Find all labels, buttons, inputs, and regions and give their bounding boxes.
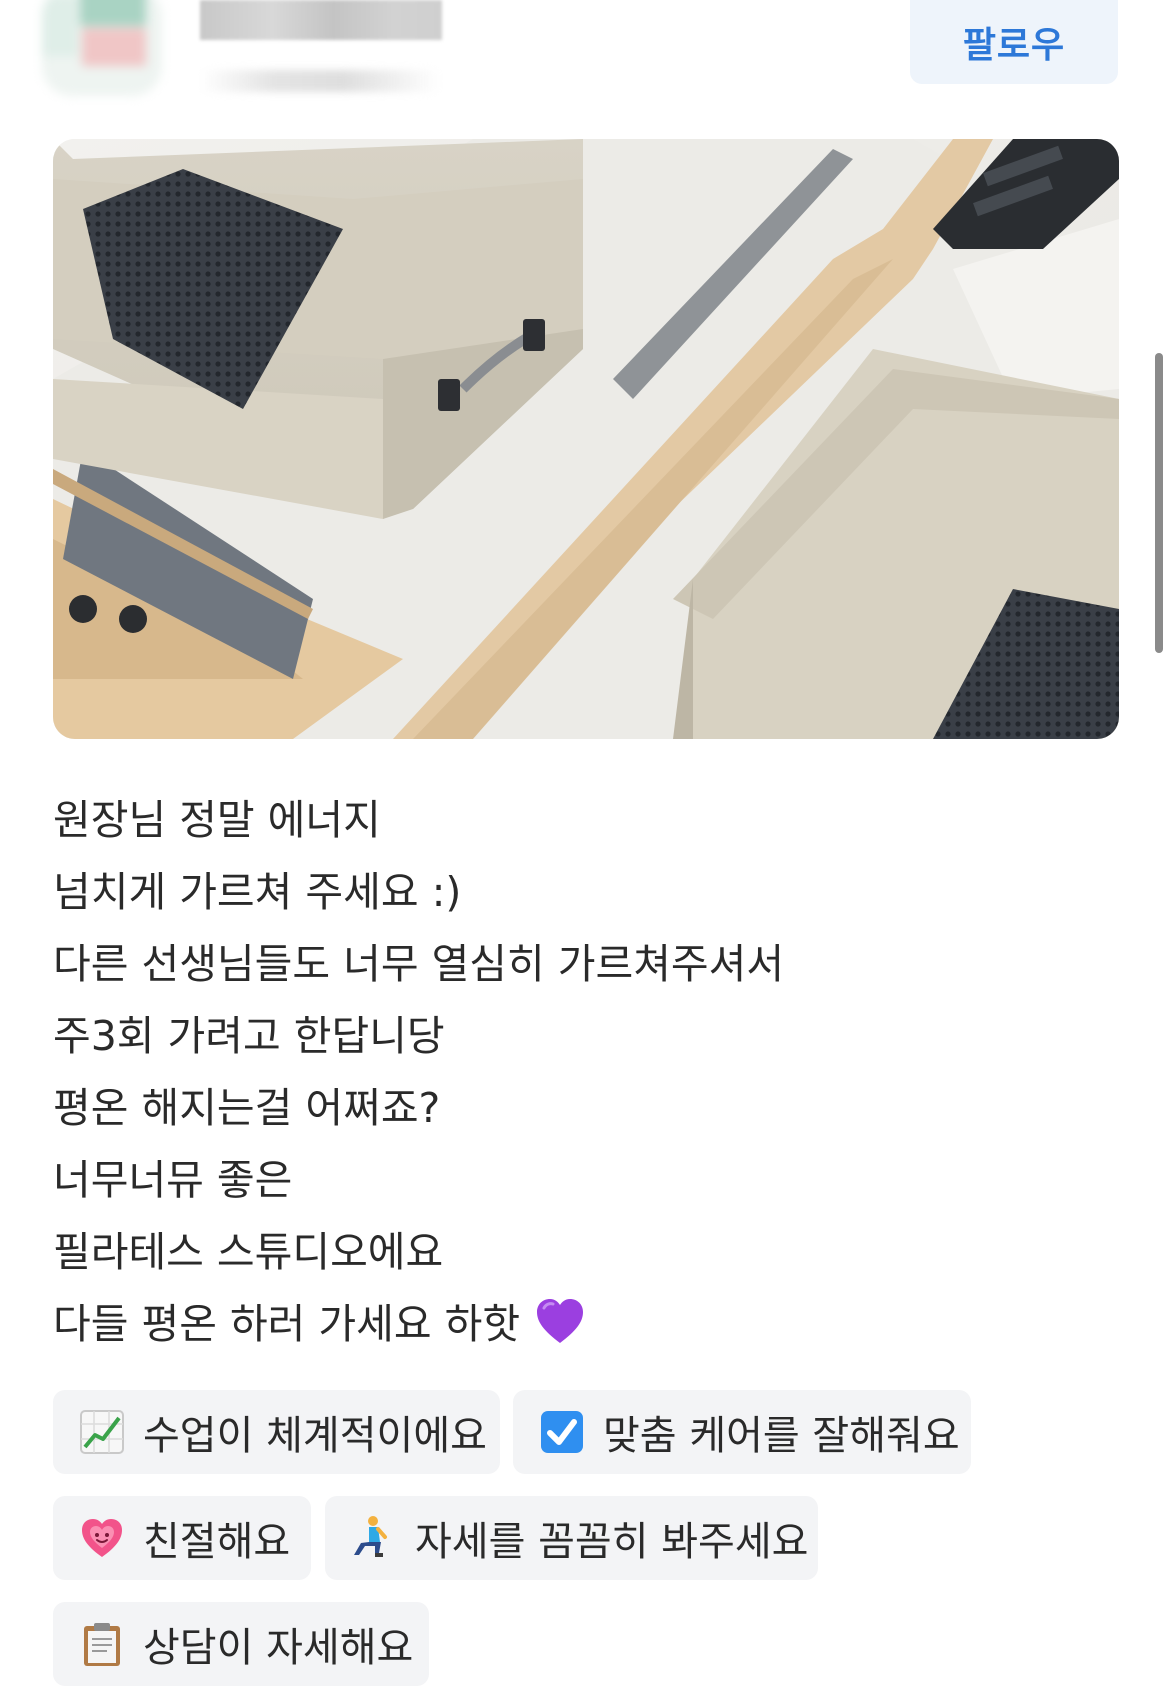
kneeling-person-icon — [354, 1516, 387, 1557]
review-line: 필라테스 스튜디오에요 — [53, 1228, 444, 1276]
purple-heart-icon — [537, 1299, 584, 1343]
chip-label: 맞춤 케어를 잘해줘요 — [603, 1413, 960, 1459]
review-line: 다른 선생님들도 너무 열심히 가르쳐주셔서 — [53, 940, 785, 988]
check-box-icon — [541, 1411, 583, 1453]
review-line: 넘치게 가르쳐 주세요 :) — [53, 868, 462, 916]
chip-label: 수업이 체계적이에요 — [143, 1413, 487, 1459]
review-header: 팔로우 — [0, 0, 1169, 120]
review-line: 원장님 정말 에너지 — [53, 796, 381, 844]
blurred-username[interactable] — [200, 0, 442, 40]
chip-posture-check[interactable]: 자세를 꼼꼼히 봐주세요 — [325, 1496, 818, 1580]
chart-increasing-icon — [80, 1410, 124, 1454]
review-line-last: 다들 평온 하러 가세요 하핫 — [53, 1294, 1113, 1366]
review-text: 원장님 정말 에너지 넘치게 가르쳐 주세요 :) 다른 선생님들도 너무 열심… — [53, 790, 1113, 1366]
review-line: 주3회 가려고 한답니당 — [53, 1012, 445, 1060]
review-line: 너무너뮤 좋은 — [53, 1156, 293, 1204]
scrollbar-thumb[interactable] — [1155, 353, 1163, 653]
follow-button[interactable]: 팔로우 — [910, 0, 1118, 84]
blurred-review-meta — [200, 70, 440, 92]
chip-kind[interactable]: 친절해요 — [53, 1496, 311, 1580]
chip-label: 상담이 자세해요 — [143, 1625, 414, 1671]
review-line: 평온 해지는걸 어쩌죠? — [53, 1084, 441, 1132]
chip-systematic-class[interactable]: 수업이 체계적이에요 — [53, 1390, 500, 1474]
clipboard-icon — [84, 1623, 120, 1666]
chip-detailed-consult[interactable]: 상담이 자세해요 — [53, 1602, 429, 1686]
review-line-text: 다들 평온 하러 가세요 하핫 — [53, 1300, 521, 1348]
avatar[interactable] — [42, 0, 162, 96]
chip-label: 자세를 꼼꼼히 봐주세요 — [415, 1519, 809, 1565]
growing-heart-icon — [82, 1519, 122, 1557]
review-photo[interactable] — [53, 139, 1119, 739]
chip-label: 친절해요 — [143, 1519, 291, 1565]
chip-custom-care[interactable]: 맞춤 케어를 잘해줘요 — [513, 1390, 971, 1474]
